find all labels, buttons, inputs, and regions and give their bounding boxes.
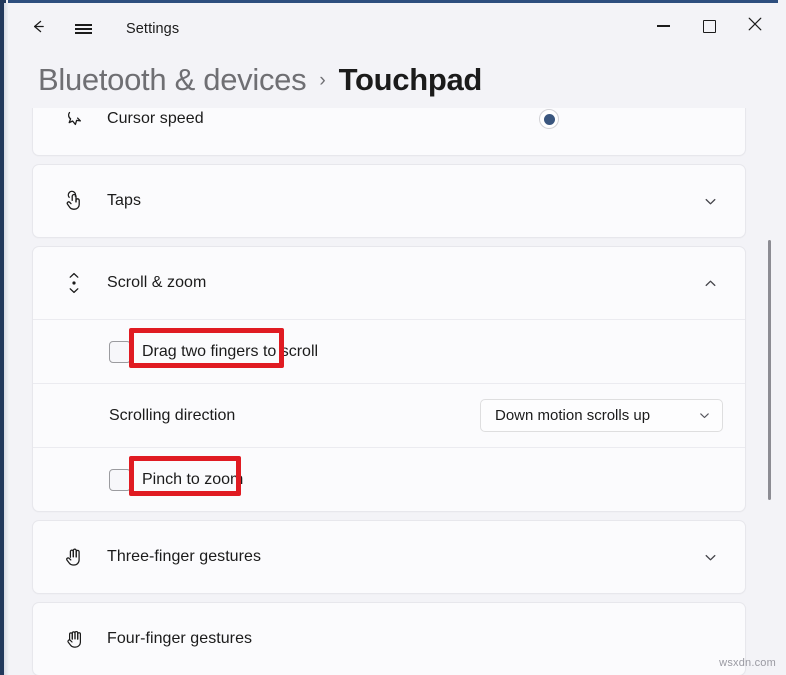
app-title: Settings (126, 3, 179, 55)
scroll-zoom-row[interactable]: Scroll & zoom (33, 247, 745, 319)
section-scroll-zoom: Scroll & zoom Drag two fingers to scroll (32, 246, 746, 512)
settings-content: Cursor speed (9, 108, 778, 675)
breadcrumb: Bluetooth & devices › Touchpad (38, 56, 482, 104)
back-arrow-icon (29, 17, 48, 41)
back-button[interactable] (20, 11, 56, 47)
cursor-speed-slider[interactable] (463, 108, 723, 130)
section-four-finger-gestures: Four-finger gestures (32, 602, 746, 675)
cursor-speed-label: Cursor speed (107, 110, 204, 128)
breadcrumb-separator: › (319, 70, 325, 92)
taps-row[interactable]: Taps (33, 165, 745, 237)
taps-label: Taps (107, 192, 141, 210)
scroll-vertical-icon (55, 270, 93, 296)
cursor-speed-icon (55, 108, 93, 130)
content-scrollbar[interactable] (762, 110, 778, 670)
page-title: Touchpad (339, 62, 482, 98)
section-three-finger-gestures: Three-finger gestures (32, 520, 746, 594)
window-controls (640, 3, 778, 49)
scrolling-direction-dropdown[interactable]: Down motion scrolls up (480, 399, 723, 432)
four-finger-hand-icon (55, 627, 93, 651)
settings-window: Settings Bluetooth & devices › Touchpad (0, 0, 786, 675)
minimize-button[interactable] (640, 3, 686, 49)
settings-scroll-viewport: Cursor speed (9, 108, 778, 675)
close-icon (748, 17, 762, 36)
watermark: wsxdn.com (719, 657, 776, 669)
section-cursor-speed: Cursor speed (32, 108, 746, 156)
three-finger-gestures-label: Three-finger gestures (107, 548, 261, 566)
chevron-up-icon[interactable] (695, 268, 725, 298)
hamburger-menu-icon (75, 22, 92, 37)
chevron-down-icon[interactable] (695, 542, 725, 572)
slider-thumb[interactable] (539, 109, 559, 129)
drag-two-fingers-checkbox[interactable] (109, 341, 131, 363)
row-pinch-to-zoom: Pinch to zoom (33, 447, 745, 511)
section-taps: Taps (32, 164, 746, 238)
four-finger-gestures-row[interactable]: Four-finger gestures (33, 603, 745, 675)
title-bar: Settings (8, 3, 778, 55)
row-drag-two-fingers: Drag two fingers to scroll (33, 319, 745, 383)
drag-two-fingers-label: Drag two fingers to scroll (142, 343, 318, 361)
pinch-to-zoom-checkbox[interactable] (109, 469, 131, 491)
four-finger-gestures-label: Four-finger gestures (107, 630, 252, 648)
scroll-zoom-label: Scroll & zoom (107, 274, 206, 292)
breadcrumb-parent-link[interactable]: Bluetooth & devices (38, 62, 306, 98)
maximize-button[interactable] (686, 3, 732, 49)
row-scrolling-direction: Scrolling direction Down motion scrolls … (33, 383, 745, 447)
scrolling-direction-value: Down motion scrolls up (495, 407, 650, 424)
three-finger-hand-icon (55, 545, 93, 569)
scrolling-direction-label: Scrolling direction (109, 407, 235, 425)
close-button[interactable] (732, 3, 778, 49)
three-finger-gestures-row[interactable]: Three-finger gestures (33, 521, 745, 593)
pinch-to-zoom-label: Pinch to zoom (142, 471, 243, 489)
navigation-menu-button[interactable] (65, 11, 101, 47)
scrollbar-thumb[interactable] (768, 240, 771, 500)
chevron-down-icon (698, 409, 711, 422)
chevron-down-icon[interactable] (695, 186, 725, 216)
tap-gesture-icon (55, 189, 93, 213)
cursor-speed-row[interactable]: Cursor speed (33, 108, 745, 155)
